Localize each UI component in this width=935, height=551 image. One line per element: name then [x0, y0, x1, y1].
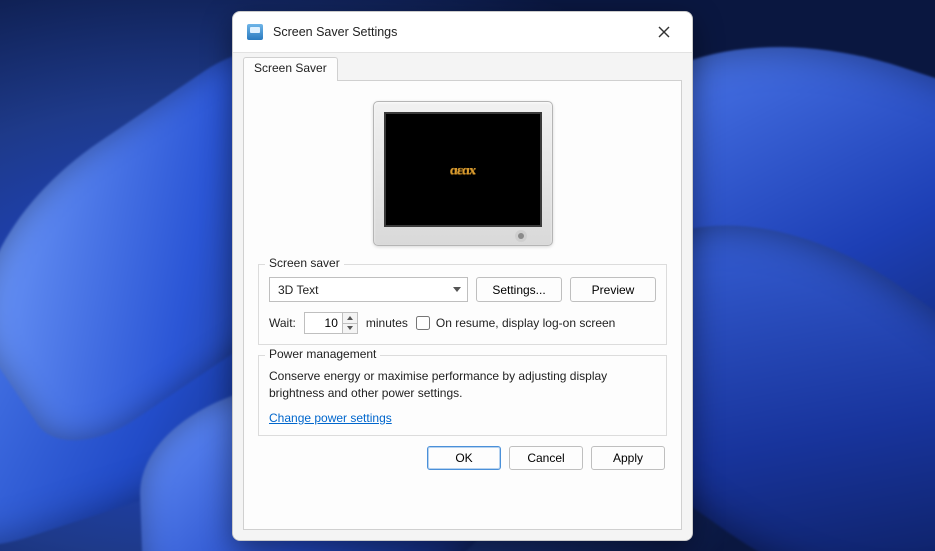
window-title: Screen Saver Settings [273, 25, 650, 39]
wait-minutes-input[interactable] [304, 312, 342, 334]
power-management-group: Power management Conserve energy or maxi… [258, 355, 667, 436]
settings-button[interactable]: Settings... [476, 277, 562, 302]
preview-button[interactable]: Preview [570, 277, 656, 302]
close-icon [658, 26, 670, 38]
arrow-up-icon [347, 316, 353, 320]
on-resume-label: On resume, display log-on screen [436, 316, 615, 330]
display-settings-icon [247, 24, 263, 40]
screen-saver-group-label: Screen saver [265, 256, 344, 270]
monitor-frame: ɑɛɑx [373, 101, 553, 246]
monitor-led-icon [518, 233, 524, 239]
screen-saver-settings-dialog: Screen Saver Settings Screen Saver ɑɛɑx [232, 11, 693, 541]
tab-strip: Screen Saver [243, 56, 682, 80]
tab-screen-saver[interactable]: Screen Saver [243, 57, 338, 81]
minutes-label: minutes [366, 316, 408, 330]
screensaver-preview-content: ɑɛɑx [449, 162, 476, 178]
wait-minutes-spinner[interactable] [304, 312, 358, 334]
change-power-settings-link[interactable]: Change power settings [269, 411, 392, 425]
on-resume-checkbox[interactable] [416, 316, 430, 330]
spinner-up-button[interactable] [343, 313, 357, 324]
apply-button[interactable]: Apply [591, 446, 665, 470]
screen-saver-select[interactable]: 3D Text [269, 277, 468, 302]
power-management-group-label: Power management [265, 347, 380, 361]
dialog-footer: OK Cancel Apply [258, 436, 667, 470]
cancel-button[interactable]: Cancel [509, 446, 583, 470]
screen-saver-group: Screen saver 3D Text Settings... Preview… [258, 264, 667, 345]
close-button[interactable] [650, 18, 678, 46]
titlebar[interactable]: Screen Saver Settings [233, 12, 692, 52]
monitor-screen: ɑɛɑx [384, 112, 542, 227]
arrow-down-icon [347, 326, 353, 330]
tab-panel: ɑɛɑx Screen saver 3D Text Settings... Pr… [243, 80, 682, 530]
wait-label: Wait: [269, 316, 296, 330]
power-management-description: Conserve energy or maximise performance … [269, 368, 656, 403]
dialog-client-area: Screen Saver ɑɛɑx Screen saver 3D Text [233, 52, 692, 540]
on-resume-checkbox-wrap[interactable]: On resume, display log-on screen [416, 316, 615, 330]
spinner-down-button[interactable] [343, 324, 357, 334]
monitor-preview-area: ɑɛɑx [258, 95, 667, 254]
screen-saver-select-value: 3D Text [278, 283, 318, 297]
ok-button[interactable]: OK [427, 446, 501, 470]
chevron-down-icon [453, 287, 461, 292]
